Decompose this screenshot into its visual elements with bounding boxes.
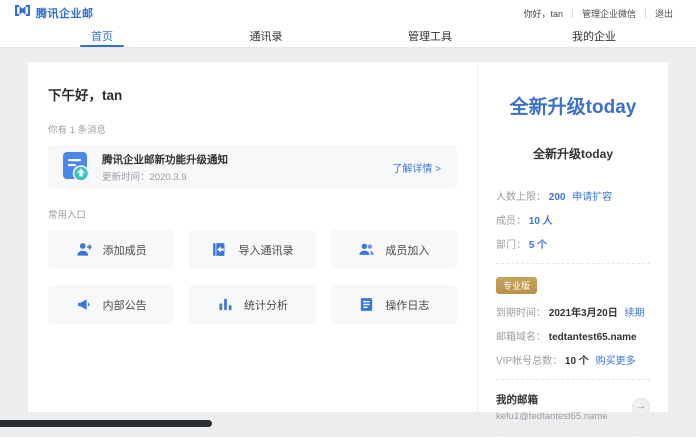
announcement-button[interactable]: 内部公告 [48,285,174,324]
statistics-button[interactable]: 统计分析 [189,285,315,324]
stat-row-member-limit: 人数上限： 200 申请扩容 [496,188,650,203]
tab-admin-tools[interactable]: 管理工具 [348,26,512,47]
plan-row-expiry: 到期时间： 2021年3月20日 续期 [496,304,650,319]
dashed-divider [496,263,650,264]
plan-label: VIP帐号总数： [496,356,562,367]
notification-updated-time: 更新时间：2020.3.9 [102,169,392,183]
add-member-button[interactable]: 添加成员 [48,230,174,269]
import-contacts-button[interactable]: 导入通讯录 [189,230,315,269]
my-mailbox-section: 我的邮箱 kefu1@tedtantest65.name → [496,392,650,422]
shortcut-label: 添加成员 [103,242,147,258]
tab-label: 通讯录 [250,28,283,44]
operation-log-button[interactable]: 操作日志 [331,285,457,324]
shortcut-label: 成员加入 [385,242,429,258]
main-nav: 首页 通讯录 管理工具 我的企业 [0,26,696,48]
messages-count-label: 你有 1 条消息 [48,122,457,136]
open-mailbox-button[interactable]: → [632,398,650,416]
plan-row-vip: VIP帐号总数： 10 个 购买更多 [496,352,650,367]
promo-subtitle: 全新升级today [496,145,650,162]
home-panel: 下午好，tan 你有 1 条消息 腾讯企业邮新功能升级通知 更新时间：2020.… [28,62,477,412]
plan-value: 2021年3月20日 [549,308,618,319]
plan-label: 到期时间： [496,308,546,319]
tab-my-company[interactable]: 我的企业 [512,26,676,47]
shortcut-label: 内部公告 [103,297,147,313]
topbar: 腾讯企业邮 你好，tan 管理企业微信 退出 [0,0,696,26]
mailbox-address: kefu1@tedtantest65.name [496,411,608,422]
promo-banner-title[interactable]: 全新升级today [496,92,650,119]
statistics-icon [217,296,234,313]
active-tab-indicator [80,45,124,47]
shortcuts-section-label: 常用入口 [48,207,457,221]
shortcut-label: 操作日志 [385,297,429,313]
plan-badge: 专业版 [496,277,537,294]
stat-row-departments: 部门： 5 个 [496,236,650,251]
logout-link[interactable]: 退出 [646,7,682,20]
member-join-icon [358,241,375,258]
exmail-logo-icon [14,4,31,22]
stat-row-members: 成员： 10 人 [496,212,650,227]
topbar-links: 你好，tan 管理企业微信 退出 [514,7,682,20]
manage-wechat-link[interactable]: 管理企业微信 [573,7,645,20]
tab-label: 管理工具 [408,28,452,44]
main-card: 下午好，tan 你有 1 条消息 腾讯企业邮新功能升级通知 更新时间：2020.… [28,62,668,412]
buy-more-link[interactable]: 购买更多 [596,356,636,367]
operation-log-icon [358,296,375,313]
expand-quota-link[interactable]: 申请扩容 [572,192,612,203]
company-info-panel: 全新升级today 全新升级today 人数上限： 200 申请扩容 成员： 1… [477,62,668,412]
plan-section: 专业版 到期时间： 2021年3月20日 续期 邮箱域名： tedtantest… [496,276,650,367]
stat-value: 10 人 [529,216,553,227]
shortcut-grid: 添加成员 导入通讯录 [48,230,457,324]
stat-value: 200 [549,192,566,203]
dashed-divider [496,434,650,435]
plan-label: 邮箱域名： [496,332,546,343]
stat-label: 成员： [496,216,526,227]
stat-value: 5 个 [529,240,547,251]
notification-item[interactable]: 腾讯企业邮新功能升级通知 更新时间：2020.3.9 了解详情 > [48,145,457,189]
stat-label: 部门： [496,240,526,251]
plan-value: tedtantest65.name [549,332,637,343]
page-greeting: 下午好，tan [48,84,457,104]
brand-name: 腾讯企业邮 [36,5,94,21]
plan-value: 10 个 [565,356,589,367]
add-member-icon [76,241,93,258]
stat-label: 人数上限： [496,192,546,203]
plan-row-domain: 邮箱域名： tedtantest65.name [496,328,650,343]
brand-logo[interactable]: 腾讯企业邮 [14,4,94,22]
member-join-button[interactable]: 成员加入 [331,230,457,269]
learn-more-link[interactable]: 了解详情 > [392,160,441,175]
shortcut-label: 导入通讯录 [238,242,293,258]
shortcut-label: 统计分析 [244,297,288,313]
tab-label: 首页 [91,28,113,44]
tab-label: 我的企业 [572,28,616,44]
import-contacts-icon [211,241,228,258]
notification-text: 腾讯企业邮新功能升级通知 更新时间：2020.3.9 [102,152,392,183]
upgrade-notice-icon [62,151,90,183]
dashed-divider [496,379,650,380]
company-stats: 人数上限： 200 申请扩容 成员： 10 人 部门： 5 个 [496,188,650,251]
notification-title: 腾讯企业邮新功能升级通知 [102,152,392,167]
tab-contacts[interactable]: 通讯录 [184,26,348,47]
bottom-dark-bar [0,420,212,427]
tab-home[interactable]: 首页 [20,26,184,47]
mailbox-title: 我的邮箱 [496,392,608,407]
renew-link[interactable]: 续期 [625,308,645,319]
user-greeting: 你好，tan [514,7,572,20]
announcement-icon [76,296,93,313]
mailbox-text: 我的邮箱 kefu1@tedtantest65.name [496,392,608,422]
